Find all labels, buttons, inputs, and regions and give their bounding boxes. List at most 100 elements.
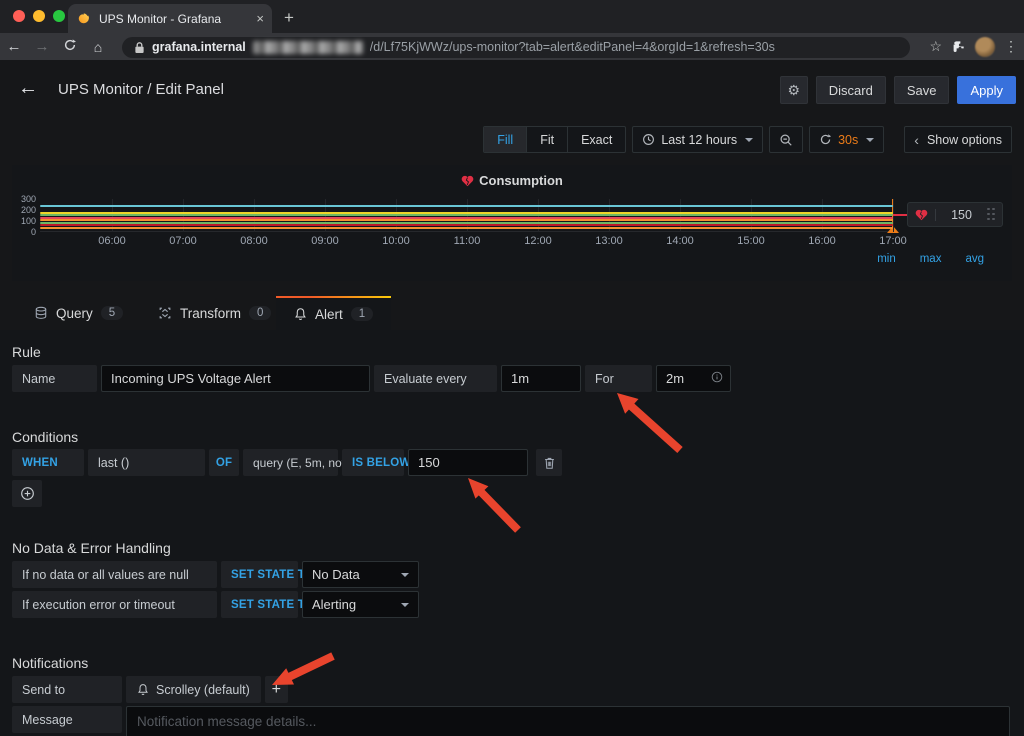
tab-query[interactable]: Query 5 <box>16 296 141 330</box>
evaluator-dropdown[interactable]: IS BELOW <box>342 449 404 476</box>
fill-toggle[interactable]: Fill <box>484 127 527 152</box>
home-icon[interactable]: ⌂ <box>84 39 112 55</box>
browser-toolbar-right: ☆ ⋮ <box>929 33 1018 60</box>
show-options-label: Show options <box>927 133 1002 147</box>
show-options-button[interactable]: ‹ Show options <box>904 126 1012 153</box>
for-input-wrap <box>656 365 731 392</box>
drag-handle-icon[interactable] <box>987 208 1002 222</box>
window-minimize-button[interactable] <box>33 10 45 22</box>
browser-tab[interactable]: UPS Monitor - Grafana × <box>68 4 272 33</box>
plus-circle-icon <box>20 486 35 501</box>
transform-icon <box>158 306 172 320</box>
database-icon <box>34 306 48 320</box>
send-to-row: Send to Scrolley (default) + <box>12 676 288 703</box>
series-line <box>40 205 893 207</box>
tab-alert[interactable]: Alert 1 <box>276 296 391 330</box>
tab-query-label: Query <box>56 306 93 321</box>
message-row: Message <box>12 706 1010 736</box>
window-close-button[interactable] <box>13 10 25 22</box>
bookmark-star-icon[interactable]: ☆ <box>929 38 942 55</box>
legend-item-avg[interactable]: avg <box>965 253 984 265</box>
reload-icon[interactable] <box>56 38 84 56</box>
rule-name-label: Name <box>12 365 97 392</box>
rule-heading: Rule <box>12 344 41 360</box>
chart-title[interactable]: Consumption <box>12 173 1012 190</box>
add-condition-button[interactable] <box>12 480 42 507</box>
back-to-dashboard-icon[interactable]: ← <box>18 77 38 100</box>
chevron-down-icon <box>401 573 409 577</box>
page-title: UPS Monitor / Edit Panel <box>58 81 224 98</box>
fit-toggle[interactable]: Fit <box>527 127 568 152</box>
when-dropdown[interactable]: WHEN <box>12 449 84 476</box>
tab-transform[interactable]: Transform 0 <box>140 296 289 330</box>
new-tab-button[interactable]: + <box>284 8 294 28</box>
exact-toggle[interactable]: Exact <box>568 127 625 152</box>
url-bar[interactable]: grafana.internal /d/Lf75KjWWz/ups-monito… <box>122 37 910 58</box>
extensions-puzzle-icon[interactable] <box>951 39 966 54</box>
info-circle-icon <box>711 371 723 386</box>
y-tick-label: 0 <box>14 228 36 237</box>
url-path: /d/Lf75KjWWz/ups-monitor?tab=alert&editP… <box>370 40 775 54</box>
add-notification-channel-button[interactable]: + <box>265 676 288 703</box>
chart-legend: min max avg <box>877 253 984 265</box>
x-tick-label: 14:00 <box>660 235 700 247</box>
of-dropdown[interactable]: OF <box>209 449 239 476</box>
alert-form-panel: Rule Name Evaluate every For Conditions … <box>0 330 1024 736</box>
apply-button[interactable]: Apply <box>957 76 1016 104</box>
forward-icon[interactable]: → <box>28 38 56 55</box>
y-axis: 3002001000 <box>14 165 36 245</box>
panel-settings-gear-icon[interactable]: ⚙ <box>780 76 808 104</box>
chevron-down-icon <box>745 138 753 142</box>
delete-condition-button[interactable] <box>536 449 562 476</box>
no-data-heading: No Data & Error Handling <box>12 540 171 556</box>
x-tick-label: 16:00 <box>802 235 842 247</box>
tab-transform-badge: 0 <box>249 306 271 320</box>
tab-close-icon[interactable]: × <box>256 11 264 26</box>
trash-icon <box>543 456 556 470</box>
y-tick-label: 100 <box>14 217 36 226</box>
back-icon[interactable]: ← <box>0 38 28 55</box>
chevron-down-icon <box>866 138 874 142</box>
browser-profile-avatar[interactable] <box>975 37 995 57</box>
tab-transform-label: Transform <box>180 306 241 321</box>
legend-item-min[interactable]: min <box>877 253 896 265</box>
rule-row: Name Evaluate every For <box>12 365 731 392</box>
error-state-select[interactable]: Alerting <box>302 591 419 618</box>
view-toolbar: Fill Fit Exact Last 12 hours 30s <box>483 126 1012 153</box>
panel-editor-tabs: Query 5 Transform 0 Alert 1 <box>0 296 1024 330</box>
reducer-dropdown[interactable]: last () <box>88 449 205 476</box>
set-state-to-label: SET STATE TO <box>221 591 298 618</box>
series-line <box>40 224 893 226</box>
channel-name: Scrolley (default) <box>156 683 250 697</box>
alert-threshold-handle[interactable]: 150 <box>907 202 1003 227</box>
save-button[interactable]: Save <box>894 76 950 104</box>
url-redacted-segment <box>253 41 363 54</box>
chevron-down-icon <box>401 603 409 607</box>
tab-alert-badge: 1 <box>351 307 373 321</box>
lock-icon <box>134 41 145 54</box>
tab-alert-label: Alert <box>315 307 343 322</box>
plot-area[interactable] <box>40 199 893 232</box>
error-row: If execution error or timeout SET STATE … <box>12 591 419 618</box>
browser-menu-icon[interactable]: ⋮ <box>1004 38 1018 55</box>
legend-item-max[interactable]: max <box>920 253 942 265</box>
notification-channel-tag[interactable]: Scrolley (default) <box>126 676 261 703</box>
evaluate-every-input[interactable] <box>501 365 581 392</box>
time-range-picker[interactable]: Last 12 hours <box>632 126 763 153</box>
send-to-label: Send to <box>12 676 122 703</box>
grafana-favicon <box>76 11 91 26</box>
rule-name-input[interactable] <box>101 365 370 392</box>
refresh-icon <box>819 133 832 146</box>
zoom-out-button[interactable] <box>769 126 803 153</box>
query-part-dropdown[interactable]: query (E, 5m, now) <box>243 449 338 476</box>
notification-message-input[interactable] <box>126 706 1010 736</box>
threshold-input[interactable] <box>408 449 528 476</box>
window-zoom-button[interactable] <box>53 10 65 22</box>
x-tick-label: 06:00 <box>92 235 132 247</box>
clock-icon <box>642 133 655 146</box>
refresh-picker[interactable]: 30s <box>809 126 884 153</box>
discard-button[interactable]: Discard <box>816 76 886 104</box>
no-data-state-select[interactable]: No Data <box>302 561 419 588</box>
series-line <box>40 212 893 214</box>
conditions-heading: Conditions <box>12 429 78 445</box>
